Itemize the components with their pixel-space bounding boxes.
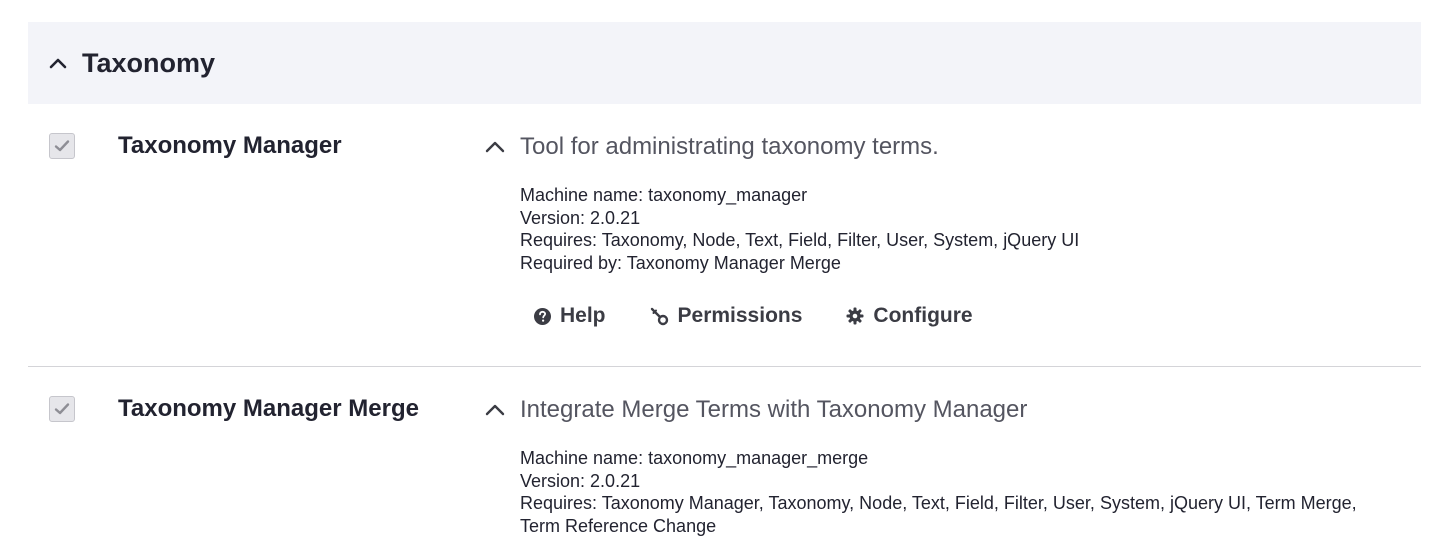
module-links: Help Permissions Configure bbox=[534, 304, 1017, 328]
module-checkbox[interactable] bbox=[49, 396, 75, 422]
chevron-up-icon bbox=[485, 141, 505, 153]
module-row-taxonomy-manager: Taxonomy Manager Tool for administrating… bbox=[28, 104, 1421, 367]
requires: Requires: Taxonomy Manager, Taxonomy, No… bbox=[520, 493, 1357, 513]
permissions-link[interactable]: Permissions bbox=[650, 304, 803, 328]
version: Version: 2.0.21 bbox=[520, 207, 641, 228]
module-name: Taxonomy Manager Merge bbox=[118, 395, 419, 422]
machine-name: Machine name: taxonomy_manager bbox=[520, 185, 808, 205]
chevron-up-icon bbox=[49, 58, 67, 69]
module-list: Taxonomy Taxonomy Manager Tool for admin… bbox=[0, 0, 1449, 552]
group-header-taxonomy: Taxonomy bbox=[28, 22, 1421, 104]
permissions-label: Permissions bbox=[677, 304, 803, 327]
requires-continued: Term Reference Change bbox=[520, 515, 717, 536]
module-description: Tool for administrating taxonomy terms. bbox=[520, 133, 939, 160]
description-toggle[interactable]: Tool for administrating taxonomy terms. bbox=[484, 133, 939, 161]
module-details: Machine name: taxonomy_manager_merge Ver… bbox=[520, 447, 1357, 537]
group-title: Taxonomy bbox=[82, 47, 216, 78]
key-icon bbox=[650, 307, 668, 325]
configure-label: Configure bbox=[873, 304, 973, 327]
required-by: Required by: Taxonomy Manager Merge bbox=[520, 252, 841, 273]
check-icon bbox=[54, 403, 70, 415]
module-description: Integrate Merge Terms with Taxonomy Mana… bbox=[520, 396, 1028, 423]
module-checkbox[interactable] bbox=[49, 133, 75, 159]
configure-link[interactable]: Configure bbox=[846, 304, 973, 328]
module-details: Machine name: taxonomy_manager Version: … bbox=[520, 184, 1079, 274]
question-circle-icon bbox=[534, 307, 551, 325]
chevron-up-icon bbox=[485, 404, 505, 416]
version: Version: 2.0.21 bbox=[520, 470, 641, 491]
help-label: Help bbox=[560, 304, 606, 327]
help-link[interactable]: Help bbox=[534, 304, 606, 328]
group-toggle[interactable]: Taxonomy bbox=[48, 48, 215, 79]
description-toggle[interactable]: Integrate Merge Terms with Taxonomy Mana… bbox=[484, 396, 1027, 424]
module-name: Taxonomy Manager bbox=[118, 132, 342, 159]
requires: Requires: Taxonomy, Node, Text, Field, F… bbox=[520, 230, 1080, 250]
gear-icon bbox=[846, 307, 864, 325]
machine-name: Machine name: taxonomy_manager_merge bbox=[520, 448, 869, 468]
module-row-taxonomy-manager-merge: Taxonomy Manager Merge Integrate Merge T… bbox=[28, 367, 1421, 552]
check-icon bbox=[54, 140, 70, 152]
